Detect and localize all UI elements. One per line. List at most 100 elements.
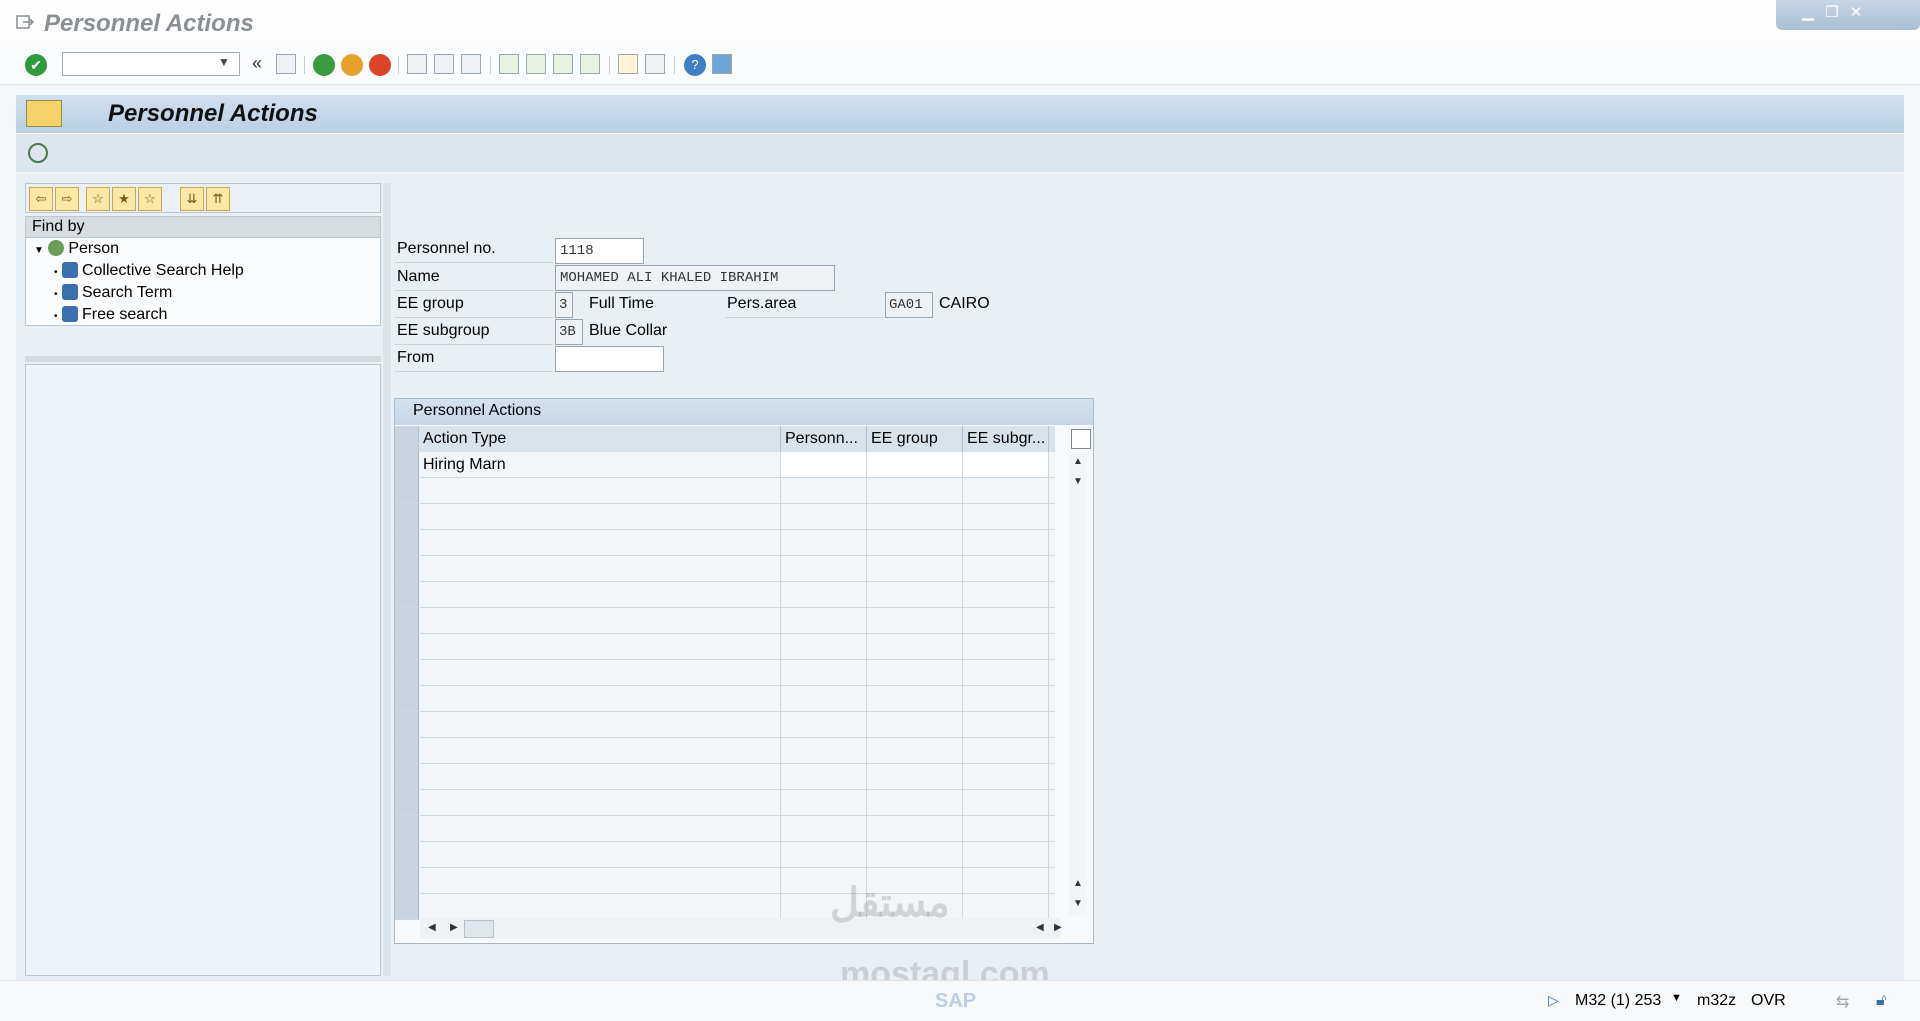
insert-mode[interactable]: OVR bbox=[1751, 992, 1786, 1010]
table-cell[interactable] bbox=[867, 608, 963, 633]
save-icon[interactable] bbox=[276, 54, 296, 74]
table-cell[interactable] bbox=[419, 608, 781, 633]
tree-item-free-search[interactable]: • Free search bbox=[54, 304, 167, 326]
table-cell[interactable] bbox=[867, 764, 963, 789]
table-cell[interactable] bbox=[781, 816, 867, 841]
scroll-up-icon[interactable]: ▲ bbox=[1073, 456, 1083, 467]
table-row[interactable] bbox=[395, 712, 1055, 738]
row-selector[interactable] bbox=[395, 738, 419, 763]
table-cell[interactable] bbox=[781, 452, 867, 477]
shortcut-icon[interactable] bbox=[645, 54, 665, 74]
table-row[interactable] bbox=[395, 764, 1055, 790]
table-row[interactable] bbox=[395, 608, 1055, 634]
table-cell[interactable] bbox=[781, 738, 867, 763]
table-row[interactable] bbox=[395, 660, 1055, 686]
table-cell[interactable] bbox=[867, 790, 963, 815]
row-selector[interactable] bbox=[395, 842, 419, 867]
table-cell[interactable] bbox=[867, 478, 963, 503]
window-menu-icon[interactable] bbox=[16, 15, 34, 29]
scroll-right-icon[interactable]: ▶ bbox=[450, 922, 458, 933]
table-cell[interactable] bbox=[867, 842, 963, 867]
select-all-cell[interactable] bbox=[395, 426, 419, 452]
table-row[interactable] bbox=[395, 686, 1055, 712]
row-selector[interactable] bbox=[395, 582, 419, 607]
play-icon[interactable]: ▷ bbox=[1548, 992, 1559, 1009]
table-row[interactable]: Hiring Marn bbox=[395, 452, 1055, 478]
layout-icon[interactable] bbox=[712, 54, 732, 74]
table-row[interactable] bbox=[395, 530, 1055, 556]
remove-favorite-icon[interactable]: ☆ bbox=[138, 187, 162, 211]
row-selector[interactable] bbox=[395, 712, 419, 737]
table-cell[interactable] bbox=[419, 660, 781, 685]
scroll-down-icon[interactable]: ▼ bbox=[1073, 898, 1083, 909]
table-cell[interactable] bbox=[963, 582, 1049, 607]
table-row[interactable] bbox=[395, 478, 1055, 504]
last-page-icon[interactable] bbox=[580, 54, 600, 74]
table-cell[interactable] bbox=[963, 452, 1049, 477]
table-cell[interactable] bbox=[963, 556, 1049, 581]
table-cell[interactable] bbox=[419, 686, 781, 711]
table-cell[interactable] bbox=[963, 478, 1049, 503]
back-icon[interactable] bbox=[313, 54, 335, 76]
vertical-splitter[interactable] bbox=[383, 183, 391, 976]
table-cell[interactable] bbox=[781, 660, 867, 685]
table-cell[interactable] bbox=[419, 712, 781, 737]
row-selector[interactable] bbox=[395, 634, 419, 659]
tree-expanded-icon[interactable]: ▼ bbox=[34, 245, 44, 256]
command-field[interactable] bbox=[62, 52, 240, 76]
table-cell[interactable] bbox=[963, 712, 1049, 737]
table-cell[interactable] bbox=[419, 790, 781, 815]
previous-page-icon[interactable] bbox=[526, 54, 546, 74]
table-row[interactable] bbox=[395, 790, 1055, 816]
row-selector[interactable] bbox=[395, 608, 419, 633]
table-cell[interactable] bbox=[781, 764, 867, 789]
table-cell[interactable] bbox=[867, 738, 963, 763]
table-cell[interactable] bbox=[419, 556, 781, 581]
arrow-right-icon[interactable]: ⇨ bbox=[55, 187, 79, 211]
table-cell[interactable] bbox=[781, 556, 867, 581]
table-cell[interactable] bbox=[963, 894, 1049, 919]
scroll-down-icon[interactable]: ▼ bbox=[1073, 476, 1083, 487]
row-selector[interactable] bbox=[395, 660, 419, 685]
table-cell[interactable] bbox=[781, 790, 867, 815]
table-row[interactable] bbox=[395, 582, 1055, 608]
table-cell[interactable] bbox=[419, 530, 781, 555]
execute-clock-icon[interactable] bbox=[28, 143, 48, 163]
vertical-scrollbar[interactable]: ▲ ▼ ▲ ▼ bbox=[1069, 452, 1087, 916]
tree-item-person[interactable]: ▼ Person bbox=[34, 238, 119, 260]
create-session-icon[interactable] bbox=[618, 54, 638, 74]
table-cell[interactable] bbox=[781, 686, 867, 711]
table-cell[interactable] bbox=[419, 816, 781, 841]
table-row[interactable] bbox=[395, 738, 1055, 764]
expand-command-icon[interactable]: « bbox=[252, 53, 262, 74]
lock-icon[interactable]: 🔓︎ bbox=[1876, 992, 1886, 1010]
expand-all-icon[interactable]: ⇊ bbox=[180, 187, 204, 211]
table-cell[interactable]: Hiring Marn bbox=[419, 452, 781, 477]
row-selector[interactable] bbox=[395, 790, 419, 815]
enter-icon[interactable]: ✔ bbox=[25, 54, 47, 76]
find-icon[interactable] bbox=[434, 54, 454, 74]
column-personnel[interactable]: Personn... bbox=[781, 426, 867, 452]
row-selector[interactable] bbox=[395, 530, 419, 555]
table-cell[interactable] bbox=[963, 634, 1049, 659]
column-config-icon[interactable] bbox=[1071, 429, 1091, 449]
table-row[interactable] bbox=[395, 868, 1055, 894]
table-cell[interactable] bbox=[867, 530, 963, 555]
horizontal-splitter[interactable] bbox=[25, 356, 381, 362]
from-date-field[interactable] bbox=[555, 346, 664, 372]
scroll-up-icon[interactable]: ▲ bbox=[1073, 878, 1083, 889]
chevron-down-icon[interactable]: ▼ bbox=[218, 55, 230, 69]
table-cell[interactable] bbox=[867, 452, 963, 477]
table-cell[interactable] bbox=[963, 764, 1049, 789]
table-cell[interactable] bbox=[963, 738, 1049, 763]
scroll-left-icon[interactable]: ◀ bbox=[1036, 922, 1044, 933]
table-cell[interactable] bbox=[867, 556, 963, 581]
table-cell[interactable] bbox=[419, 868, 781, 893]
table-cell[interactable] bbox=[963, 816, 1049, 841]
close-icon[interactable]: ✕ bbox=[1846, 3, 1866, 23]
tree-item-search-term[interactable]: • Search Term bbox=[54, 282, 172, 304]
table-cell[interactable] bbox=[963, 504, 1049, 529]
table-cell[interactable] bbox=[867, 816, 963, 841]
next-page-icon[interactable] bbox=[553, 54, 573, 74]
table-cell[interactable] bbox=[963, 608, 1049, 633]
